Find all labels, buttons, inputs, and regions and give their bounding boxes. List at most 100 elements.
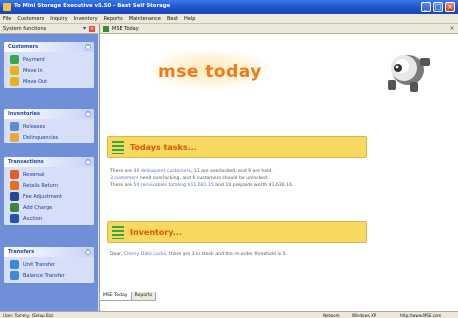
collapse-icon[interactable]: ^: [85, 249, 91, 255]
balance-transfer-icon: [10, 271, 19, 280]
task-payment[interactable]: Payment: [4, 54, 94, 65]
inventory-item-link[interactable]: Cherry Date Locks: [124, 252, 166, 257]
inventory-banner: Inventory...: [107, 221, 367, 243]
task-label: Retails Return: [23, 183, 58, 189]
maximize-button[interactable]: □: [433, 2, 443, 12]
task-fee-adjustment[interactable]: Fee Adjustment: [4, 191, 94, 202]
pane-close-icon[interactable]: ×: [89, 26, 95, 32]
delinquencies-icon: [10, 133, 19, 142]
collapse-icon[interactable]: ^: [85, 111, 91, 117]
window-title: To Mini Storage Executive v5.50 - Best S…: [14, 3, 171, 9]
payment-icon: [10, 55, 19, 64]
move-in-icon: [10, 66, 19, 75]
panel-header[interactable]: Transactions ^: [4, 157, 94, 167]
document-header: MSE Today ×: [100, 24, 458, 34]
menu-best[interactable]: Best: [164, 14, 181, 24]
task-move-in[interactable]: Move In: [4, 65, 94, 76]
task-balance-transfer[interactable]: Balance Transfer: [4, 270, 94, 281]
task-delinquencies[interactable]: Delinquencies: [4, 132, 94, 143]
section-title: Inventory...: [130, 228, 182, 237]
menu-file[interactable]: File: [0, 14, 14, 24]
todays-tasks-banner: Todays tasks...: [107, 136, 367, 158]
menu-help[interactable]: Help: [181, 14, 198, 24]
text: , there are 3 in stock and the re-order …: [166, 252, 288, 257]
task-label: Auction: [23, 216, 42, 222]
tasks-line-1: There are 40 delinquent customers, 11 ar…: [110, 168, 410, 175]
app-icon: [3, 3, 11, 11]
minimize-button[interactable]: _: [421, 2, 431, 12]
status-network: Network: [323, 313, 340, 318]
task-add-charge[interactable]: Add Charge: [4, 202, 94, 213]
pin-icon[interactable]: ▾: [83, 26, 86, 32]
menu-bar: File Customers Inquiry Inventory Reports Main…: [0, 14, 458, 24]
panel-title: Transactions: [8, 159, 44, 165]
task-label: Unit Transfer: [23, 262, 55, 268]
tab-mse-today[interactable]: MSE Today: [99, 292, 132, 301]
menu-customers[interactable]: Customers: [14, 14, 47, 24]
task-label: Releases: [23, 124, 46, 130]
overlock-link[interactable]: 3 customers: [110, 176, 138, 181]
text: and 10 prepaids worth $1,630.16.: [213, 183, 294, 188]
menu-maintenance[interactable]: Maintenance: [126, 14, 164, 24]
receivables-link[interactable]: 50 receivables totaling $11,681.15: [134, 183, 214, 188]
panel-transfers: Transfers ^ Unit Transfer Balance Transf…: [4, 247, 94, 283]
collapse-icon[interactable]: ^: [85, 159, 91, 165]
retails-return-icon: [10, 181, 19, 190]
menu-inquiry[interactable]: Inquiry: [47, 14, 70, 24]
inventory-summary: Dear, Cherry Date Locks, there are 3 in …: [110, 251, 410, 258]
status-bar: User: Tommy, (Setup Biz) Network Windows…: [0, 311, 458, 318]
window-titlebar: To Mini Storage Executive v5.50 - Best S…: [0, 0, 458, 14]
collapse-icon[interactable]: ^: [85, 44, 91, 50]
panel-inventories: Inventories ^ Releases Delinquencies: [4, 109, 94, 143]
document-close-icon[interactable]: ×: [449, 26, 455, 32]
menu-reports[interactable]: Reports: [101, 14, 126, 24]
task-move-out[interactable]: Move Out: [4, 76, 94, 87]
panel-header[interactable]: Inventories ^: [4, 109, 94, 119]
task-reversal[interactable]: Reversal: [4, 169, 94, 180]
panel-title: Customers: [8, 44, 39, 50]
task-label: Fee Adjustment: [23, 194, 63, 200]
list-icon: [112, 141, 124, 154]
mse-today-logo: mse today: [158, 62, 262, 82]
system-functions-pane: System functions ▾ × Customers ^ Payment…: [0, 24, 98, 311]
fee-adjustment-icon: [10, 192, 19, 201]
reversal-icon: [10, 170, 19, 179]
text: , 11 are overlocked, and 9 are held.: [190, 169, 273, 174]
status-user: User: Tommy, (Setup Biz): [3, 313, 54, 318]
document-title: MSE Today: [112, 26, 139, 32]
panel-header[interactable]: Transfers ^: [4, 247, 94, 257]
task-label: Add Charge: [23, 205, 53, 211]
text: There are: [110, 169, 134, 174]
releases-icon: [10, 122, 19, 131]
mascot-icon: [388, 55, 430, 92]
panel-header[interactable]: Customers ^: [4, 42, 94, 52]
tab-reports[interactable]: Reports: [130, 292, 157, 301]
tasks-summary: There are 40 delinquent customers, 11 ar…: [110, 168, 410, 189]
section-title: Todays tasks...: [130, 143, 197, 152]
panel-title: Inventories: [8, 111, 41, 117]
list-icon: [112, 226, 124, 239]
text: There are: [110, 183, 134, 188]
close-button[interactable]: ×: [445, 2, 455, 12]
text: Dear,: [110, 252, 124, 257]
status-os: Windows XP: [352, 313, 377, 318]
task-releases[interactable]: Releases: [4, 121, 94, 132]
add-charge-icon: [10, 203, 19, 212]
status-url: http://www.MSE.com: [400, 313, 442, 318]
menu-inventory[interactable]: Inventory: [71, 14, 101, 24]
task-auction[interactable]: Auction: [4, 213, 94, 224]
auction-icon: [10, 214, 19, 223]
tasks-line-3: There are 50 receivables totaling $11,68…: [110, 182, 410, 189]
unit-transfer-icon: [10, 260, 19, 269]
task-label: Move In: [23, 68, 43, 74]
task-unit-transfer[interactable]: Unit Transfer: [4, 259, 94, 270]
panel-transactions: Transactions ^ Reversal Retails Return F…: [4, 157, 94, 225]
delinquent-link[interactable]: 40 delinquent customers: [134, 169, 191, 174]
task-retails-return[interactable]: Retails Return: [4, 180, 94, 191]
task-label: Balance Transfer: [23, 273, 65, 279]
panel-customers: Customers ^ Payment Move In Move Out: [4, 42, 94, 88]
task-label: Delinquencies: [23, 135, 59, 141]
inventory-line: Dear, Cherry Date Locks, there are 3 in …: [110, 251, 410, 258]
task-label: Reversal: [23, 172, 45, 178]
document-icon: [103, 26, 109, 32]
